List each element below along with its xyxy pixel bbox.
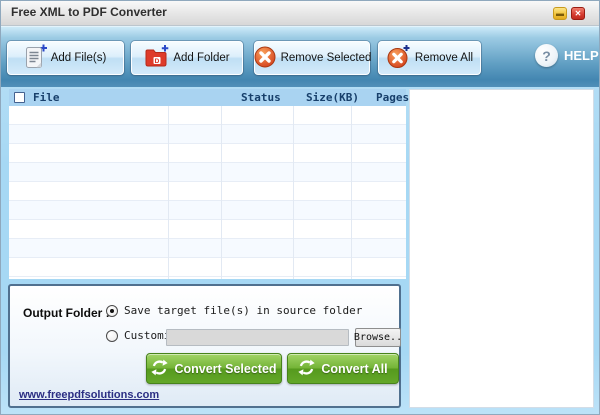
select-all-checkbox[interactable] bbox=[14, 92, 25, 103]
add-folder-label: Add Folder bbox=[173, 52, 230, 64]
output-folder-label: Output Folder : bbox=[23, 306, 110, 320]
title-bar: Free XML to PDF Converter ▬ ✕ bbox=[1, 1, 599, 26]
minimize-button[interactable]: ▬ bbox=[553, 7, 567, 20]
output-folder-panel: Output Folder : Save target file(s) in s… bbox=[8, 284, 403, 408]
column-divider bbox=[351, 106, 352, 279]
toolbar: Add File(s) D Add Folder Remove Selected… bbox=[1, 26, 599, 87]
close-icon: ✕ bbox=[574, 8, 582, 18]
question-icon: ? bbox=[535, 44, 558, 67]
column-header-file: File bbox=[33, 91, 60, 104]
file-table-header: File Status Size(KB) Pages bbox=[9, 89, 410, 106]
add-folder-button[interactable]: D Add Folder bbox=[131, 41, 243, 75]
table-row bbox=[9, 106, 406, 125]
remove-selected-label: Remove Selected bbox=[280, 52, 372, 64]
radio-save-source-folder[interactable]: Save target file(s) in source folder bbox=[106, 304, 362, 317]
column-divider bbox=[293, 106, 294, 279]
remove-selected-button[interactable]: Remove Selected bbox=[253, 41, 372, 75]
sync-icon bbox=[151, 359, 169, 379]
table-row bbox=[9, 220, 406, 239]
table-row bbox=[9, 125, 406, 144]
file-table: File Status Size(KB) Pages bbox=[9, 89, 410, 279]
file-table-body bbox=[9, 106, 406, 279]
add-files-icon bbox=[25, 43, 47, 73]
browse-button[interactable]: Browse.. bbox=[353, 328, 403, 347]
table-row bbox=[9, 182, 406, 201]
column-header-status: Status bbox=[241, 91, 281, 104]
remove-selected-icon bbox=[253, 45, 277, 72]
radio-save-source-label[interactable]: Save target file(s) in source folder bbox=[124, 304, 362, 317]
help-button[interactable]: ? HELP bbox=[535, 44, 599, 67]
preview-panel bbox=[409, 89, 594, 408]
table-row bbox=[9, 239, 406, 258]
remove-all-label: Remove All bbox=[414, 52, 474, 64]
sync-icon bbox=[298, 359, 316, 379]
custom-path-input[interactable] bbox=[166, 329, 349, 346]
app-window: Free XML to PDF Converter ▬ ✕ Add File(s… bbox=[0, 0, 600, 415]
remove-all-button[interactable]: Remove All bbox=[378, 41, 481, 75]
window-title: Free XML to PDF Converter bbox=[11, 5, 167, 19]
radio-button-icon[interactable] bbox=[106, 329, 118, 342]
website-link[interactable]: www.freepdfsolutions.com bbox=[19, 389, 159, 401]
column-divider bbox=[168, 106, 169, 279]
browse-label: Browse.. bbox=[353, 332, 403, 343]
svg-text:D: D bbox=[155, 58, 160, 65]
table-row bbox=[9, 144, 406, 163]
add-folder-icon: D bbox=[144, 44, 169, 72]
convert-selected-button[interactable]: Convert Selected bbox=[146, 353, 282, 384]
table-row bbox=[9, 258, 406, 277]
help-label: HELP bbox=[564, 48, 599, 63]
column-header-pages: Pages bbox=[376, 91, 410, 104]
add-files-button[interactable]: Add File(s) bbox=[7, 41, 124, 75]
convert-selected-label: Convert Selected bbox=[174, 361, 277, 376]
table-row bbox=[9, 163, 406, 182]
close-button[interactable]: ✕ bbox=[571, 7, 585, 20]
table-row bbox=[9, 201, 406, 220]
minimize-icon: ▬ bbox=[556, 8, 564, 18]
column-header-size: Size(KB) bbox=[306, 91, 359, 104]
radio-button-icon[interactable] bbox=[106, 304, 118, 317]
convert-all-label: Convert All bbox=[321, 361, 388, 376]
convert-all-button[interactable]: Convert All bbox=[287, 353, 399, 384]
remove-all-icon bbox=[386, 44, 411, 72]
add-files-label: Add File(s) bbox=[50, 52, 107, 64]
column-divider bbox=[221, 106, 222, 279]
